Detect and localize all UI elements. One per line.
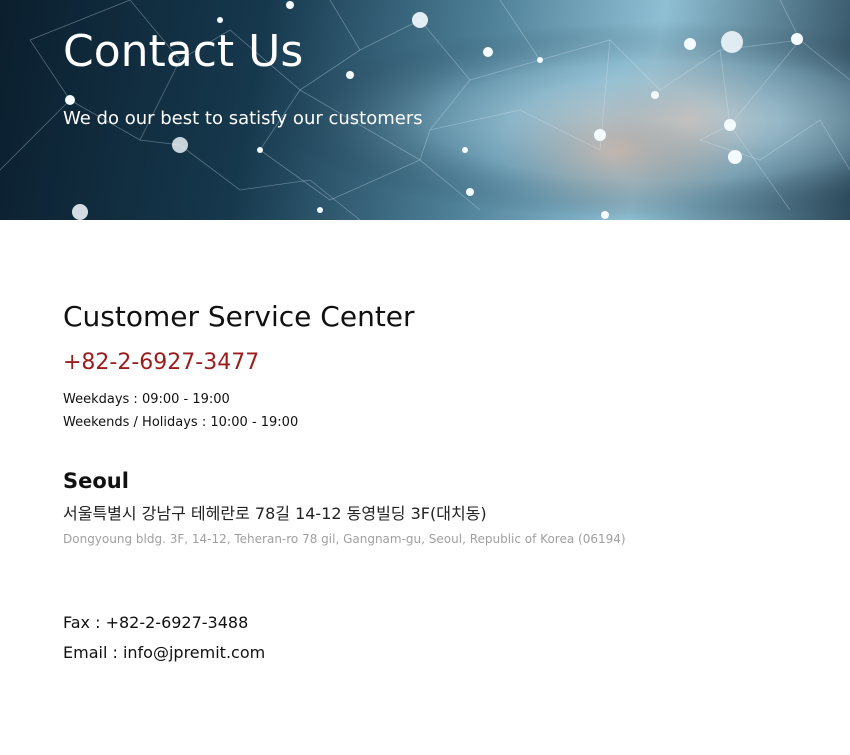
fax-number: Fax : +82-2-6927-3488 [63, 613, 249, 632]
weekend-hours: Weekends / Holidays : 10:00 - 19:00 [63, 415, 299, 430]
page-title: Contact Us [63, 26, 304, 77]
weekday-hours: Weekdays : 09:00 - 19:00 [63, 392, 230, 407]
contact-content: Customer Service Center +82-2-6927-3477 … [63, 298, 823, 668]
page-subtitle: We do our best to satisfy our customers [63, 108, 423, 129]
address-english: Dongyoung bldg. 3F, 14-12, Teheran-ro 78… [63, 532, 626, 546]
business-hours: Weekdays : 09:00 - 19:00 Weekends / Holi… [63, 388, 823, 434]
address-korean: 서울특별시 강남구 테헤란로 78길 14-12 동영빌딩 3F(대치동) [63, 504, 487, 523]
office-city: Seoul [63, 469, 129, 493]
hero-banner: Contact Us We do our best to satisfy our… [0, 0, 850, 220]
contact-info: Fax : +82-2-6927-3488 Email : info@jprem… [63, 608, 823, 668]
email-link[interactable]: Email : info@jpremit.com [63, 638, 823, 668]
service-phone-link[interactable]: +82-2-6927-3477 [63, 348, 823, 378]
service-center-title: Customer Service Center [63, 300, 415, 333]
